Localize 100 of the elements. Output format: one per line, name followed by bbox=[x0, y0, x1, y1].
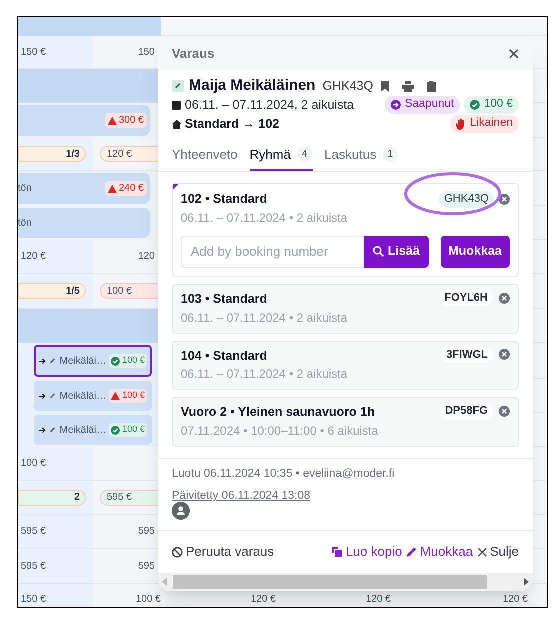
created-info: Luotu 06.11.2024 10:35 • eveliina@moder.fi bbox=[172, 467, 396, 482]
ban-icon bbox=[172, 546, 183, 558]
payment-badge: 100 € bbox=[109, 354, 147, 368]
group-item-card[interactable]: 104 • Standard 06.11. – 07.11.2024 • 2 aikuista 3FIWGL bbox=[172, 340, 519, 390]
updated-link[interactable]: Päivitetty 06.11.2024 13:08 bbox=[172, 490, 311, 502]
remove-icon[interactable] bbox=[499, 292, 510, 304]
scroll-right-icon[interactable] bbox=[524, 578, 529, 586]
guest-name: Meikäläi… bbox=[60, 390, 106, 404]
guest-name: Maija Meikäläinen bbox=[189, 76, 316, 96]
tab[interactable]: Laskutus 1 bbox=[324, 140, 398, 171]
remove-icon[interactable] bbox=[499, 349, 510, 360]
user-avatar-icon bbox=[172, 502, 190, 520]
corner-marker bbox=[173, 184, 179, 190]
price-label: 150 € bbox=[21, 593, 46, 607]
horizontal-scrollbar[interactable] bbox=[158, 573, 533, 591]
add-button[interactable]: Lisää bbox=[364, 236, 429, 268]
close-button[interactable]: Sulje bbox=[478, 542, 519, 562]
price-label: 120 € bbox=[250, 593, 276, 607]
group-item-title: Vuoro 2 • Yleinen saunavuoro 1h bbox=[181, 404, 376, 422]
price-cell: 120 € bbox=[18, 240, 93, 274]
price-cell: 595 € bbox=[18, 515, 93, 549]
booking-bar[interactable]: 300 € bbox=[18, 105, 150, 136]
amount-badge: 240 € bbox=[104, 181, 147, 196]
edit-button[interactable]: Muokkaa bbox=[440, 236, 510, 268]
scrollbar-thumb[interactable] bbox=[173, 575, 487, 589]
booking-chip[interactable]: Meikäläi… 100 € bbox=[34, 345, 152, 377]
house-icon bbox=[172, 120, 182, 128]
copy-icon bbox=[332, 547, 342, 557]
copy-button[interactable]: Luo kopio bbox=[332, 542, 402, 562]
check-icon bbox=[470, 100, 480, 110]
booking-bar[interactable]: tön bbox=[18, 208, 150, 238]
tab[interactable]: Yhteenveto bbox=[172, 140, 238, 171]
booking-code: GHK43Q bbox=[322, 78, 374, 95]
payment-badge: 100 € bbox=[109, 423, 147, 437]
booking-dates: 06.11. – 07.11.2024, 2 aikuista bbox=[185, 96, 354, 114]
price-label: 100 € bbox=[136, 593, 161, 607]
remove-icon[interactable] bbox=[499, 194, 510, 205]
payment-badge: 100 € bbox=[464, 96, 519, 114]
booking-chip[interactable]: Meikäläi… 100 € bbox=[34, 381, 152, 411]
group-item-title: 104 • Standard bbox=[181, 348, 268, 364]
search-icon bbox=[373, 246, 384, 258]
link-icon bbox=[172, 80, 184, 92]
price-cell: 595 € bbox=[18, 549, 93, 584]
booking-code-pill: DP58FG bbox=[440, 403, 493, 420]
arrow-icon bbox=[39, 358, 46, 364]
price-cell: 100 € bbox=[18, 447, 93, 481]
price-pill: 595 € bbox=[100, 490, 161, 506]
print-icon[interactable] bbox=[402, 80, 414, 92]
warning-icon bbox=[108, 116, 117, 124]
price-label: 120 € bbox=[366, 593, 391, 607]
amount-badge: 300 € bbox=[104, 113, 147, 128]
booking-bar[interactable]: tön 240 € bbox=[18, 173, 150, 204]
count-badge: 4 bbox=[296, 147, 313, 162]
guest-name: Meikäläi… bbox=[60, 424, 106, 438]
link-icon bbox=[49, 426, 57, 434]
booking-chip[interactable]: Meikäläi… 100 € bbox=[34, 415, 152, 445]
cancel-booking-button[interactable]: Peruuta varaus bbox=[172, 542, 274, 562]
group-item-details: 07.11.2024 • 10:00–11:00 • 6 aikuista bbox=[181, 423, 378, 440]
price-cell: 150 € bbox=[18, 36, 93, 69]
booking-number-field[interactable]: Add by booking number bbox=[181, 236, 364, 268]
count-pill: 1/3 bbox=[18, 146, 86, 162]
group-item-details: 06.11. – 07.11.2024 • 2 aikuista bbox=[181, 366, 348, 384]
group-item-card[interactable]: 103 • Standard 06.11. – 07.11.2024 • 2 aikuista FOYL6H bbox=[172, 284, 519, 334]
calendar-icon bbox=[172, 100, 181, 110]
edit-button[interactable]: Muokkaa bbox=[407, 542, 474, 562]
group-item-card[interactable]: Vuoro 2 • Yleinen saunavuoro 1h 07.11.2024 • 10:00–11:00 • 6 aikuista DP58FG bbox=[172, 397, 519, 447]
count-badge: 1 bbox=[382, 147, 398, 162]
hand-icon bbox=[456, 118, 466, 130]
status-badge: Saapunut bbox=[384, 96, 460, 114]
warning-icon bbox=[111, 392, 120, 400]
price-pill: 100 € bbox=[100, 283, 161, 299]
clipboard-icon[interactable] bbox=[427, 80, 436, 92]
group-item-title: 102 • Standard bbox=[181, 191, 268, 208]
group-item-title: 103 • Standard bbox=[181, 290, 268, 308]
guest-name: Meikäläi… bbox=[60, 354, 106, 368]
housekeeping-badge: Likainen bbox=[450, 115, 519, 133]
arrow-icon bbox=[39, 392, 46, 400]
booking-code-pill: FOYL6H bbox=[440, 290, 493, 306]
remove-icon[interactable] bbox=[499, 406, 510, 417]
link-icon bbox=[49, 392, 57, 400]
pencil-icon bbox=[407, 547, 418, 557]
booking-code-pill: GHK43Q bbox=[439, 191, 494, 208]
room-assignment: Standard → 102 bbox=[185, 116, 280, 133]
group-item-details: 06.11. – 07.11.2024 • 2 aikuista bbox=[181, 210, 348, 227]
tab[interactable]: Ryhmä 4 bbox=[250, 140, 313, 171]
arrow-icon bbox=[39, 426, 46, 434]
check-icon bbox=[111, 426, 120, 434]
dialog-title: Varaus bbox=[172, 45, 215, 64]
close-icon bbox=[478, 548, 488, 556]
price-label: 120 € bbox=[502, 593, 528, 607]
bookmark-icon[interactable] bbox=[381, 80, 390, 92]
booking-code-pill: 3FIWGL bbox=[441, 346, 493, 363]
count-pill: 2 bbox=[18, 490, 86, 506]
check-icon bbox=[111, 356, 120, 366]
group-item-details: 06.11. – 07.11.2024 • 2 aikuista bbox=[181, 310, 348, 326]
arrow-circle-icon bbox=[390, 100, 401, 110]
count-pill: 1/5 bbox=[18, 283, 86, 299]
price-pill: 120 € bbox=[100, 146, 161, 162]
warning-icon bbox=[108, 184, 117, 192]
close-icon[interactable] bbox=[509, 49, 519, 59]
